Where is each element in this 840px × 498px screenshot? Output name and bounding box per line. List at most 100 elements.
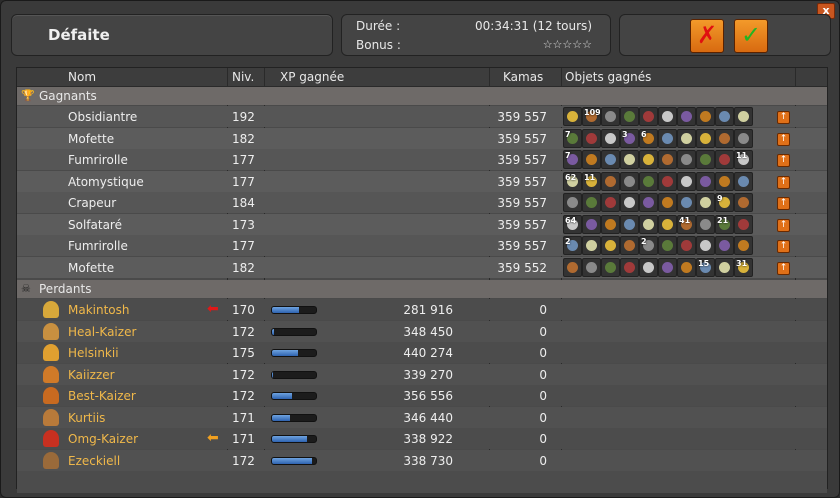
loot-item-icon[interactable] (601, 257, 620, 277)
loot-item-icon[interactable] (620, 193, 639, 212)
loot-item-icon[interactable]: 109 (582, 107, 601, 126)
expand-loot-icon[interactable]: ↑ (777, 240, 790, 253)
loot-item-icon[interactable] (734, 193, 753, 212)
expand-loot-icon[interactable]: ↑ (777, 197, 790, 210)
loot-item-icon[interactable] (582, 128, 601, 148)
accept-button[interactable]: ✓ (734, 19, 768, 53)
loot-item-icon[interactable] (658, 214, 677, 234)
loot-item-icon[interactable] (677, 128, 696, 148)
loot-item-icon[interactable] (620, 236, 639, 255)
loot-item-icon[interactable]: 9 (715, 193, 734, 212)
loot-item-icon[interactable]: 11 (734, 150, 753, 169)
loot-item-icon[interactable] (620, 107, 639, 126)
player-name[interactable]: Mofette (68, 132, 114, 146)
loot-item-icon[interactable] (715, 236, 734, 255)
loot-item-icon[interactable] (658, 150, 677, 169)
player-name[interactable]: Kurtiis (68, 411, 105, 425)
player-name[interactable]: Fumrirolle (68, 153, 128, 167)
expand-loot-icon[interactable]: ↑ (777, 218, 790, 232)
player-name[interactable]: Mofette (68, 261, 114, 275)
loot-item-icon[interactable] (734, 171, 753, 191)
player-name[interactable]: Makintosh (68, 303, 130, 317)
loot-item-icon[interactable] (677, 193, 696, 212)
player-name[interactable]: Ezeckiell (68, 454, 120, 468)
loot-item-icon[interactable] (620, 150, 639, 169)
loot-item-icon[interactable]: 15 (696, 257, 715, 277)
expand-loot-icon[interactable]: ↑ (777, 154, 790, 167)
loot-item-icon[interactable] (715, 257, 734, 277)
loot-item-icon[interactable] (658, 193, 677, 212)
loot-item-icon[interactable] (601, 236, 620, 255)
loot-item-icon[interactable]: 3 (620, 128, 639, 148)
loot-item-icon[interactable] (582, 193, 601, 212)
loot-item-icon[interactable]: 31 (734, 257, 753, 277)
loot-item-icon[interactable] (715, 150, 734, 169)
player-name[interactable]: Kaiizzer (68, 368, 115, 382)
loot-item-icon[interactable] (658, 107, 677, 126)
loot-item-icon[interactable] (639, 107, 658, 126)
player-name[interactable]: Helsinkii (68, 346, 119, 360)
loot-item-icon[interactable]: 62 (563, 171, 582, 191)
player-name[interactable]: Atomystique (68, 175, 144, 189)
expand-loot-icon[interactable]: ↑ (777, 175, 790, 189)
loot-item-icon[interactable] (563, 107, 582, 126)
loot-item-icon[interactable] (677, 150, 696, 169)
loot-item-icon[interactable] (563, 257, 582, 277)
loot-item-icon[interactable] (715, 107, 734, 126)
loot-item-icon[interactable] (639, 193, 658, 212)
loot-item-icon[interactable] (601, 193, 620, 212)
loot-item-icon[interactable]: 2 (639, 236, 658, 255)
player-name[interactable]: Obsidiantre (68, 110, 137, 124)
loot-item-icon[interactable] (677, 107, 696, 126)
player-name[interactable]: Crapeur (68, 196, 116, 210)
player-name[interactable]: Best-Kaizer (68, 389, 136, 403)
loot-item-icon[interactable]: 41 (677, 214, 696, 234)
loot-item-icon[interactable] (696, 171, 715, 191)
loot-item-icon[interactable] (639, 257, 658, 277)
loot-item-icon[interactable] (696, 150, 715, 169)
loot-item-icon[interactable]: 64 (563, 214, 582, 234)
player-name[interactable]: Solfataré (68, 218, 122, 232)
loot-item-icon[interactable] (696, 107, 715, 126)
loot-item-icon[interactable] (696, 193, 715, 212)
loot-item-icon[interactable] (582, 236, 601, 255)
loot-item-icon[interactable]: 2 (563, 236, 582, 255)
loot-item-icon[interactable] (658, 128, 677, 148)
loot-item-icon[interactable] (658, 171, 677, 191)
expand-loot-icon[interactable]: ↑ (777, 111, 790, 124)
expand-loot-icon[interactable]: ↑ (777, 261, 790, 275)
loot-item-icon[interactable] (639, 214, 658, 234)
refuse-button[interactable]: ✗ (690, 19, 724, 53)
player-name[interactable]: Fumrirolle (68, 239, 128, 253)
loot-item-icon[interactable] (620, 214, 639, 234)
loot-item-icon[interactable] (639, 171, 658, 191)
loot-item-icon[interactable] (582, 150, 601, 169)
loot-item-icon[interactable]: 7 (563, 150, 582, 169)
loot-item-icon[interactable] (696, 236, 715, 255)
loot-item-icon[interactable] (639, 150, 658, 169)
player-name[interactable]: Omg-Kaizer (68, 432, 138, 446)
loot-item-icon[interactable]: 7 (563, 128, 582, 148)
loot-item-icon[interactable] (696, 214, 715, 234)
loot-item-icon[interactable] (582, 257, 601, 277)
loot-item-icon[interactable] (620, 171, 639, 191)
loot-item-icon[interactable]: 21 (715, 214, 734, 234)
loot-item-icon[interactable] (677, 171, 696, 191)
loot-item-icon[interactable] (715, 128, 734, 148)
loot-item-icon[interactable] (734, 107, 753, 126)
loot-item-icon[interactable] (715, 171, 734, 191)
loot-item-icon[interactable] (563, 193, 582, 212)
loot-item-icon[interactable] (620, 257, 639, 277)
loot-item-icon[interactable] (734, 236, 753, 255)
loot-item-icon[interactable] (582, 214, 601, 234)
loot-item-icon[interactable] (658, 257, 677, 277)
loot-item-icon[interactable]: 6 (639, 128, 658, 148)
loot-item-icon[interactable] (734, 214, 753, 234)
loot-item-icon[interactable] (601, 128, 620, 148)
loot-item-icon[interactable] (601, 171, 620, 191)
expand-loot-icon[interactable]: ↑ (777, 132, 790, 146)
player-name[interactable]: Heal-Kaizer (68, 325, 136, 339)
loot-item-icon[interactable] (601, 107, 620, 126)
loot-item-icon[interactable] (734, 128, 753, 148)
loot-item-icon[interactable] (601, 150, 620, 169)
